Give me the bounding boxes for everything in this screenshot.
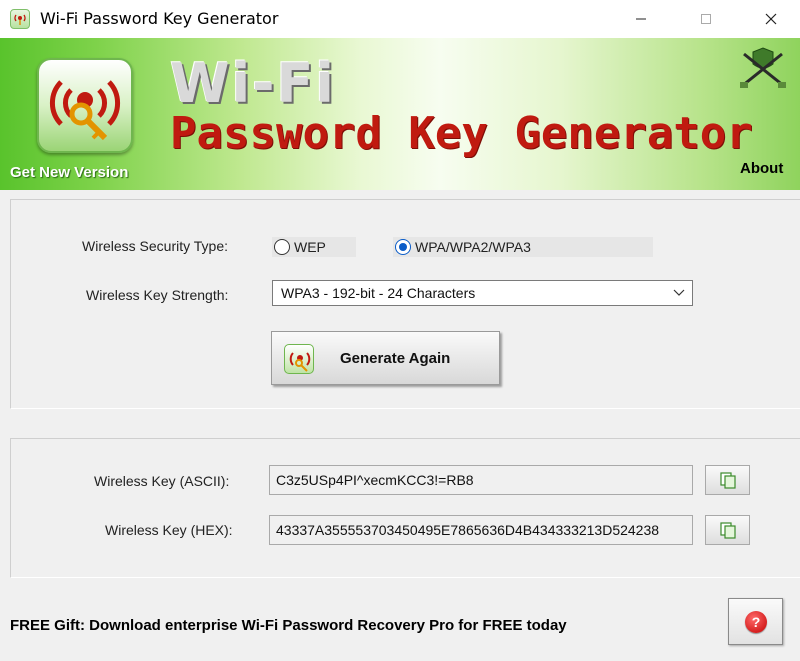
get-new-version-link[interactable]: Get New Version xyxy=(10,164,128,181)
copy-hex-button[interactable] xyxy=(705,515,750,545)
minimize-icon xyxy=(636,18,646,20)
banner-title-product: Password Key Generator xyxy=(170,108,753,159)
generate-again-button[interactable]: Generate Again xyxy=(271,331,500,385)
radio-wep[interactable]: WEP xyxy=(272,237,356,257)
generate-again-label: Generate Again xyxy=(340,350,451,367)
copy-icon xyxy=(720,472,736,489)
close-icon xyxy=(765,13,777,25)
minimize-button[interactable] xyxy=(618,0,664,38)
hex-key-field[interactable]: 43337A355553703450495E7865636D4B43433321… xyxy=(269,515,693,545)
close-button[interactable] xyxy=(748,0,794,38)
footer: FREE Gift: Download enterprise Wi-Fi Pas… xyxy=(0,580,800,661)
ascii-key-label: Wireless Key (ASCII): xyxy=(94,473,230,489)
key-strength-label: Wireless Key Strength: xyxy=(86,287,229,303)
maximize-icon xyxy=(701,14,711,24)
ascii-key-field[interactable]: C3z5USp4PI^xecmKCC3!=RB8 xyxy=(269,465,693,495)
header-banner: Get New Version Wi-Fi Password Key Gener… xyxy=(0,38,800,190)
free-gift-link[interactable]: FREE Gift: Download enterprise Wi-Fi Pas… xyxy=(10,617,567,634)
chevron-down-icon xyxy=(673,289,685,296)
wifi-key-icon xyxy=(284,344,314,374)
radio-circle-selected xyxy=(395,239,411,255)
key-strength-dropdown[interactable]: WPA3 - 192-bit - 24 Characters xyxy=(272,280,693,306)
copy-ascii-button[interactable] xyxy=(705,465,750,495)
radio-wep-label: WEP xyxy=(294,239,326,255)
about-link[interactable]: About xyxy=(740,160,783,177)
wifi-key-logo-icon[interactable] xyxy=(37,58,133,153)
hex-key-label: Wireless Key (HEX): xyxy=(105,522,233,538)
security-type-label: Wireless Security Type: xyxy=(82,238,229,254)
radio-wpa-label: WPA/WPA2/WPA3 xyxy=(415,239,531,255)
help-icon: ? xyxy=(745,611,767,633)
app-icon xyxy=(10,9,30,29)
key-strength-value: WPA3 - 192-bit - 24 Characters xyxy=(281,285,476,301)
radio-circle xyxy=(274,239,290,255)
results-panel xyxy=(10,438,800,578)
maximize-button[interactable] xyxy=(683,0,729,38)
title-bar: Wi-Fi Password Key Generator xyxy=(0,0,800,38)
banner-title-wifi: Wi-Fi xyxy=(170,52,336,115)
window-title: Wi-Fi Password Key Generator xyxy=(40,9,279,28)
crossed-swords-emblem-icon xyxy=(738,46,788,97)
radio-wpa[interactable]: WPA/WPA2/WPA3 xyxy=(393,237,653,257)
help-button[interactable]: ? xyxy=(728,598,783,645)
copy-icon xyxy=(720,522,736,539)
